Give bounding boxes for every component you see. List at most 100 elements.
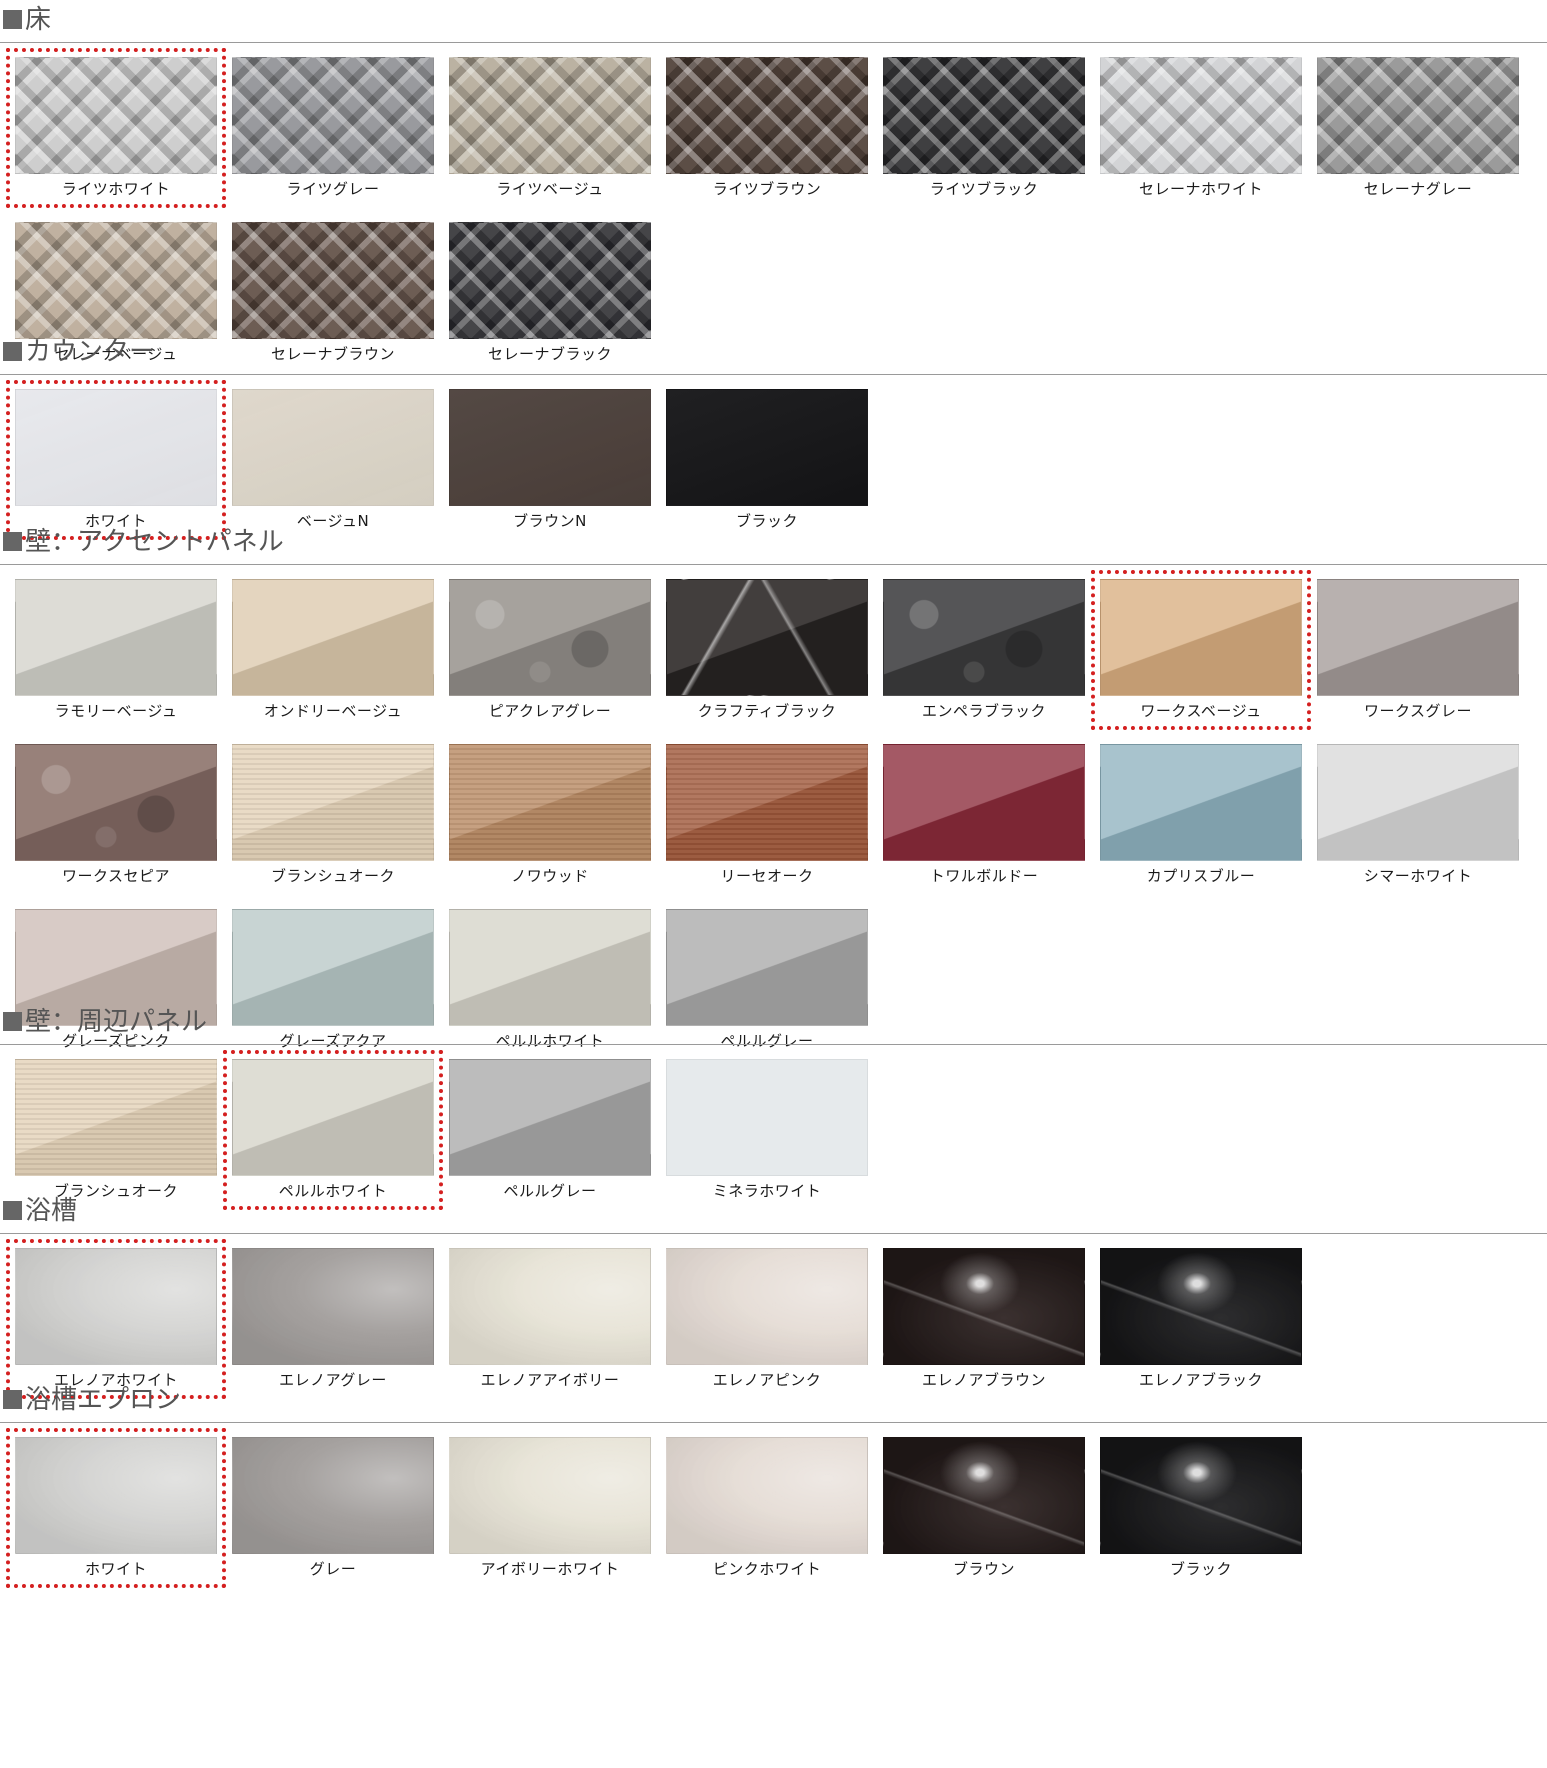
swatch-label: グレー [309, 1560, 357, 1578]
color-swatch[interactable]: ワークスグレー [1317, 579, 1519, 720]
swatch-label: ワークスセピア [61, 867, 171, 885]
section-title: 浴槽 [0, 1191, 77, 1231]
swatch-sample [883, 744, 1085, 861]
color-swatch[interactable]: クラフティブラック [666, 579, 868, 720]
swatch-label: ワークスベージュ [1140, 702, 1262, 720]
color-swatch[interactable]: ホワイト [6, 380, 226, 540]
color-swatch[interactable]: エレノアホワイト [6, 1239, 226, 1399]
square-bullet-icon [3, 532, 22, 551]
swatch-sample [15, 1059, 217, 1176]
color-swatch[interactable]: ペルルグレー [666, 909, 868, 1050]
color-swatch[interactable]: エレノアブラック [1100, 1248, 1302, 1389]
swatch-sample [15, 1437, 217, 1554]
color-swatch[interactable]: エレノアグレー [232, 1248, 434, 1389]
color-swatch[interactable]: ベージュN [232, 389, 434, 530]
swatch-grid: ライツホワイト ライツグレー ライツベージュ ライツブラウン ライツブラック セレーナホワ… [6, 48, 1519, 363]
swatch-sample [449, 222, 651, 339]
color-swatch[interactable]: セレーナブラウン [232, 222, 434, 363]
swatch-label: エレノアグレー [279, 1371, 387, 1389]
color-swatch[interactable]: シマーホワイト [1317, 744, 1519, 885]
color-swatch[interactable]: カプリスブルー [1100, 744, 1302, 885]
swatch-label: ブラウン [952, 1560, 1015, 1578]
section-title-text: カウンター [25, 337, 156, 367]
color-swatch[interactable]: ピンクホワイト [666, 1437, 868, 1578]
swatch-label: エレノアピンク [712, 1371, 822, 1389]
swatch-label: エレノアブラウン [921, 1371, 1046, 1389]
swatch-grid: ラモリーベージュ オンドリーベージュ ピアクレアグレー クラフティブラック エンペラブラ… [15, 570, 1519, 1050]
section-title-text: 床 [25, 5, 52, 35]
color-swatch[interactable]: ペルルホワイト [449, 909, 651, 1050]
swatch-sample [449, 744, 651, 861]
swatch-label: ライツブラウン [712, 180, 822, 198]
swatch-sample [232, 744, 434, 861]
swatch-sample [232, 579, 434, 696]
swatch-sample [883, 57, 1085, 174]
swatch-sample [15, 579, 217, 696]
color-swatch[interactable]: グレーズアクア [232, 909, 434, 1050]
swatch-sample [449, 1248, 651, 1365]
swatch-sample [1100, 57, 1302, 174]
color-swatch[interactable]: ブラウンN [449, 389, 651, 530]
color-swatch[interactable]: エンペラブラック [883, 579, 1085, 720]
section-title: カウンター [0, 332, 155, 372]
color-swatch[interactable]: ブランシュオーク [15, 1059, 217, 1200]
square-bullet-icon [3, 1012, 22, 1031]
color-swatch[interactable]: セレーナホワイト [1100, 57, 1302, 198]
section-title: 壁：アクセントパネル [0, 522, 284, 562]
swatch-label: ピンクホワイト [712, 1560, 822, 1578]
swatch-sample [1100, 1248, 1302, 1365]
color-swatch[interactable]: ラモリーベージュ [15, 579, 217, 720]
section-divider [0, 1422, 1547, 1423]
color-swatch[interactable]: ライツグレー [232, 57, 434, 198]
color-swatch[interactable]: ブラック [666, 389, 868, 530]
color-swatch[interactable]: エレノアブラウン [883, 1248, 1085, 1389]
section-divider [0, 42, 1547, 43]
color-swatch[interactable]: ブランシュオーク [232, 744, 434, 885]
color-swatch[interactable]: ライツブラック [883, 57, 1085, 198]
swatch-sample [232, 909, 434, 1026]
color-swatch[interactable]: アイボリーホワイト [449, 1437, 651, 1578]
color-swatch[interactable]: ペルルホワイト [223, 1050, 443, 1210]
swatch-label: エレノアブラック [1138, 1371, 1263, 1389]
swatch-sample [232, 1437, 434, 1554]
color-swatch[interactable]: グレー [232, 1437, 434, 1578]
swatch-label: ピアクレアグレー [488, 702, 612, 720]
swatch-sample [883, 1437, 1085, 1554]
swatch-sample [1100, 744, 1302, 861]
swatch-label: ホワイト [84, 1560, 147, 1578]
swatch-label: エレノアアイボリー [480, 1371, 620, 1389]
swatch-grid: ホワイト ベージュN ブラウンN ブラック [6, 380, 1519, 540]
color-swatch[interactable]: ミネラホワイト [666, 1059, 868, 1200]
swatch-label: セレーナブラウン [270, 345, 395, 363]
swatch-sample [232, 1248, 434, 1365]
swatch-sample [666, 579, 868, 696]
color-swatch[interactable]: ワークスベージュ [1091, 570, 1311, 730]
color-swatch[interactable]: ライツホワイト [6, 48, 226, 208]
color-swatch[interactable]: オンドリーベージュ [232, 579, 434, 720]
color-swatch[interactable]: セレーナグレー [1317, 57, 1519, 198]
color-swatch[interactable]: ライツブラウン [666, 57, 868, 198]
color-swatch[interactable]: トワルボルドー [883, 744, 1085, 885]
swatch-label: クラフティブラック [697, 702, 837, 720]
color-swatch[interactable]: ワークスセピア [15, 744, 217, 885]
square-bullet-icon [3, 342, 22, 361]
color-swatch[interactable]: ペルルグレー [449, 1059, 651, 1200]
section-title: 床 [0, 0, 51, 40]
color-swatch[interactable]: エレノアピンク [666, 1248, 868, 1389]
color-swatch[interactable]: ホワイト [6, 1428, 226, 1588]
color-swatch[interactable]: エレノアアイボリー [449, 1248, 651, 1389]
swatch-label: ペルルホワイト [495, 1032, 605, 1050]
swatch-label: ノワウッド [511, 867, 589, 885]
color-swatch[interactable]: ブラウン [883, 1437, 1085, 1578]
square-bullet-icon [3, 10, 22, 29]
color-swatch[interactable]: ライツベージュ [449, 57, 651, 198]
swatch-label: トワルボルドー [929, 867, 1039, 885]
swatch-sample [1317, 744, 1519, 861]
section-divider [0, 374, 1547, 375]
color-swatch[interactable]: ブラック [1100, 1437, 1302, 1578]
swatch-sample [449, 909, 651, 1026]
color-swatch[interactable]: ノワウッド [449, 744, 651, 885]
color-swatch[interactable]: セレーナブラック [449, 222, 651, 363]
color-swatch[interactable]: ピアクレアグレー [449, 579, 651, 720]
color-swatch[interactable]: リーセオーク [666, 744, 868, 885]
